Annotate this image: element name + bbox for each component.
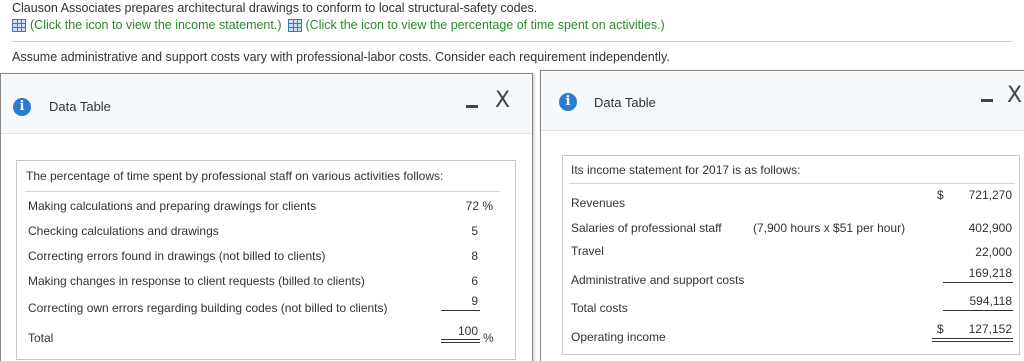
- total-double-underline: [932, 338, 1013, 342]
- activity-value: 8: [471, 249, 478, 263]
- salaries-detail: (7,900 hours x $51 per hour): [753, 221, 906, 235]
- income-statement-table: Its income statement for 2017 is as foll…: [562, 155, 1020, 355]
- dialog-header: i Data Table X: [541, 71, 1024, 131]
- operating-income-value: 127,152: [968, 322, 1012, 336]
- minimize-button[interactable]: [981, 99, 993, 102]
- total-costs-label: Total costs: [571, 301, 628, 315]
- total-value: 100: [457, 324, 478, 338]
- revenues-value: 721,270: [968, 188, 1012, 202]
- dialog-header: i Data Table X: [1, 74, 532, 134]
- activity-label: Making changes in response to client req…: [28, 274, 365, 288]
- activity-value: 6: [471, 274, 478, 288]
- operating-income-label: Operating income: [571, 330, 666, 344]
- total-label: Total: [28, 331, 54, 345]
- table-icon[interactable]: [287, 18, 302, 32]
- info-icon: i: [559, 93, 577, 111]
- income-statement-link[interactable]: (Click the icon to view the income state…: [30, 18, 282, 32]
- minimize-button[interactable]: [466, 105, 478, 108]
- activities-data-table-dialog: i Data Table X The percentage of time sp…: [0, 73, 533, 361]
- table-icon[interactable]: [12, 18, 26, 32]
- subtotal-underline: [943, 310, 1013, 311]
- divider: [12, 41, 1012, 42]
- activity-value: 9: [471, 294, 478, 308]
- assumption-text: Assume administrative and support costs …: [12, 50, 670, 64]
- close-button[interactable]: X: [1007, 85, 1022, 107]
- divider: [25, 191, 500, 192]
- total-double-underline: [441, 339, 480, 343]
- activities-link[interactable]: (Click the icon to view the percentage o…: [306, 18, 665, 32]
- revenues-label: Revenues: [571, 196, 626, 210]
- salaries-label: Salaries of professional staff: [571, 221, 722, 235]
- salaries-value: 402,900: [968, 221, 1012, 235]
- admin-label: Administrative and support costs: [571, 273, 745, 287]
- icon-links: (Click the icon to view the income state…: [12, 18, 671, 32]
- activity-label: Making calculations and preparing drawin…: [28, 199, 317, 213]
- activity-label: Correcting own errors regarding building…: [28, 301, 388, 315]
- table-heading: Its income statement for 2017 is as foll…: [571, 163, 801, 177]
- total-costs-value: 594,118: [969, 294, 1013, 308]
- divider: [569, 183, 1015, 184]
- subtotal-underline: [441, 310, 480, 311]
- activities-table: The percentage of time spent by professi…: [16, 160, 516, 360]
- activity-label: Correcting errors found in drawings (not…: [28, 249, 326, 263]
- percent-sign: %: [483, 331, 494, 345]
- close-button[interactable]: X: [495, 90, 510, 112]
- table-heading: The percentage of time spent by professi…: [26, 169, 444, 183]
- travel-value: 22,000: [975, 245, 1012, 259]
- activity-label: Checking calculations and drawings: [28, 224, 219, 238]
- dialog-title: Data Table: [49, 99, 111, 114]
- activity-value: 72 %: [465, 199, 493, 213]
- activity-value: 5: [471, 224, 478, 238]
- intro-text: Clauson Associates prepares architectura…: [12, 1, 538, 15]
- travel-label: Travel: [571, 244, 604, 258]
- dialog-title: Data Table: [594, 95, 656, 110]
- subtotal-underline: [943, 282, 1013, 283]
- admin-value: 169,218: [968, 266, 1012, 280]
- info-icon: i: [13, 98, 31, 116]
- income-statement-data-table-dialog: i Data Table X Its income statement for …: [540, 70, 1024, 361]
